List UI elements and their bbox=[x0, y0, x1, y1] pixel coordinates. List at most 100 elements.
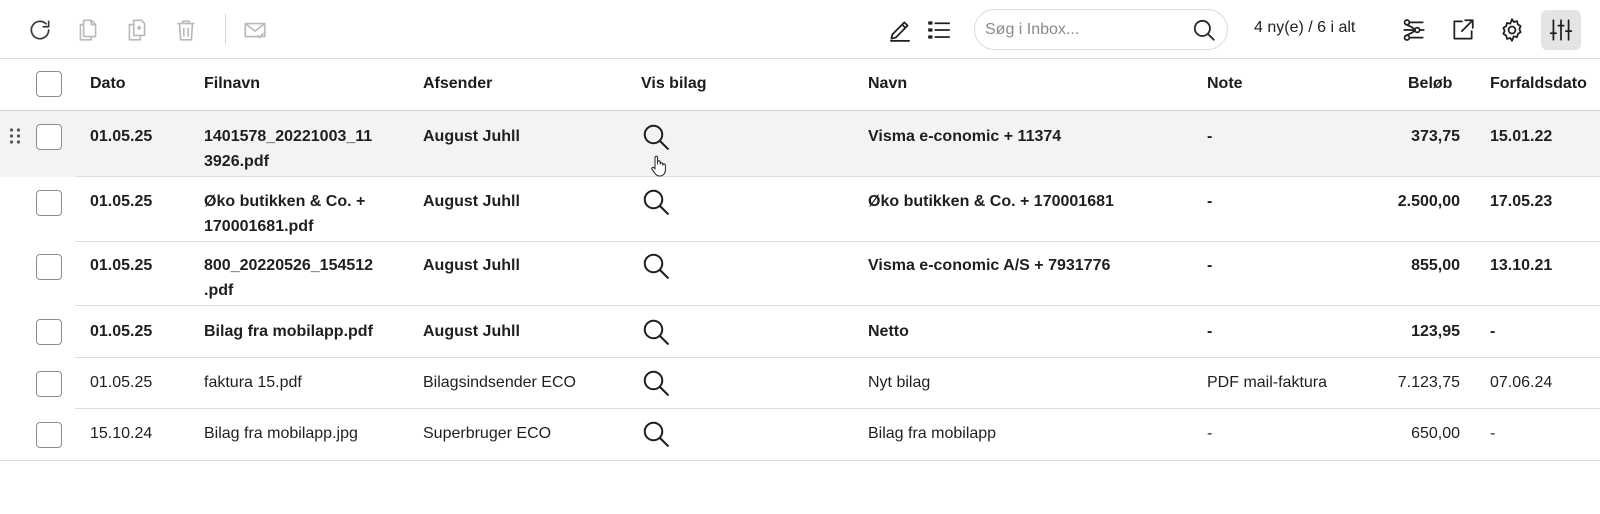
column-header-belob[interactable]: Beløb bbox=[1408, 75, 1452, 93]
cell-navn: Bilag fra mobilapp bbox=[868, 425, 997, 442]
cell-filnavn-line: 3926.pdf bbox=[204, 153, 269, 170]
column-header-vis-bilag: Vis bilag bbox=[641, 75, 707, 92]
cell-belob: 373,75 bbox=[1411, 128, 1460, 145]
row-checkbox[interactable] bbox=[36, 422, 62, 448]
pencil-icon bbox=[890, 21, 910, 42]
table-row[interactable]: 01.05.25 Øko butikken & Co. + 170001681.p… bbox=[0, 177, 1600, 242]
table-row[interactable]: 15.10.24 Bilag fra mobilapp.jpg Superbru… bbox=[0, 409, 1600, 461]
copy-icon bbox=[79, 19, 97, 41]
cell-forfaldsdato: 15.01.22 bbox=[1490, 128, 1553, 145]
columns-settings-button[interactable] bbox=[1541, 10, 1581, 50]
cell-afsender: August Juhll bbox=[423, 257, 520, 274]
cell-afsender: August Juhll bbox=[423, 323, 520, 340]
column-header-forfaldsdato[interactable]: Forfaldsdato bbox=[1490, 75, 1587, 93]
mark-read-button[interactable] bbox=[235, 10, 275, 50]
search-icon[interactable] bbox=[1191, 17, 1217, 43]
table-row[interactable]: 01.05.25 1401578_20221003_11 3926.pdf Aug… bbox=[0, 111, 1600, 177]
sliders-icon bbox=[1549, 19, 1573, 41]
cell-filnavn-line: 800_20220526_154512 bbox=[204, 257, 374, 274]
view-attachment-search-icon[interactable] bbox=[641, 419, 671, 449]
table-row[interactable]: 01.05.25 faktura 15.pdf Bilagsindsender … bbox=[0, 358, 1600, 409]
cell-navn: Øko butikken & Co. + 170001681 bbox=[868, 193, 1114, 210]
settings-button[interactable] bbox=[1492, 10, 1532, 50]
drag-handle-icon[interactable] bbox=[8, 127, 22, 145]
list-icon bbox=[928, 21, 950, 39]
column-header-navn[interactable]: Navn bbox=[868, 75, 907, 93]
refresh-button[interactable] bbox=[20, 10, 60, 50]
table-header: Dato Filnavn Afsender Vis bilag Navn Not… bbox=[0, 59, 1600, 111]
cell-navn: Netto bbox=[868, 323, 909, 340]
cell-forfaldsdato: 07.06.24 bbox=[1490, 374, 1553, 391]
filter-icon bbox=[1403, 19, 1425, 41]
delete-button[interactable] bbox=[166, 10, 206, 50]
cell-filnavn: Bilag fra mobilapp.pdf bbox=[204, 323, 373, 340]
view-attachment-search-icon[interactable] bbox=[641, 368, 671, 398]
cell-dato: 01.05.25 bbox=[90, 193, 153, 210]
cell-dato: 15.10.24 bbox=[90, 425, 153, 442]
filter-button[interactable] bbox=[1394, 10, 1434, 50]
trash-icon bbox=[177, 20, 195, 41]
duplicate-button[interactable] bbox=[117, 10, 157, 50]
table-row[interactable]: 01.05.25 Bilag fra mobilapp.pdf August J… bbox=[0, 306, 1600, 358]
cell-dato: 01.05.25 bbox=[90, 374, 153, 391]
cell-belob: 7.123,75 bbox=[1397, 374, 1460, 391]
column-header-note[interactable]: Note bbox=[1207, 75, 1243, 93]
cell-navn: Visma e-conomic A/S + 7931776 bbox=[868, 257, 1111, 274]
cell-filnavn-line: 170001681.pdf bbox=[204, 218, 314, 235]
search-box bbox=[974, 9, 1228, 50]
gear-icon bbox=[1502, 18, 1522, 42]
hand-cursor-icon bbox=[651, 155, 666, 177]
cell-afsender: Bilagsindsender ECO bbox=[423, 374, 576, 391]
cell-filnavn: 800_20220526_154512 .pdf bbox=[204, 253, 404, 303]
cell-filnavn: Bilag fra mobilapp.jpg bbox=[204, 425, 358, 442]
cell-filnavn: 1401578_20221003_11 3926.pdf bbox=[204, 124, 404, 174]
mail-check-icon bbox=[244, 22, 266, 39]
cell-forfaldsdato: - bbox=[1490, 425, 1496, 442]
cell-afsender: August Juhll bbox=[423, 128, 520, 145]
open-external-button[interactable] bbox=[1443, 10, 1483, 50]
cell-belob: 855,00 bbox=[1411, 257, 1460, 274]
cell-filnavn: Øko butikken & Co. + 170001681.pdf bbox=[204, 189, 404, 239]
cell-afsender: August Juhll bbox=[423, 193, 520, 210]
cell-belob: 2.500,00 bbox=[1397, 193, 1460, 210]
toolbar-separator bbox=[225, 14, 226, 44]
cell-dato: 01.05.25 bbox=[90, 323, 153, 340]
row-checkbox[interactable] bbox=[36, 319, 62, 345]
toolbar: 4 ny(e) / 6 i alt bbox=[0, 0, 1600, 59]
row-checkbox[interactable] bbox=[36, 124, 62, 150]
copy-button[interactable] bbox=[68, 10, 108, 50]
cell-filnavn-line: 1401578_20221003_11 bbox=[204, 128, 373, 145]
external-link-icon bbox=[1453, 19, 1474, 40]
column-header-dato[interactable]: Dato bbox=[90, 75, 126, 93]
row-checkbox[interactable] bbox=[36, 190, 62, 216]
row-checkbox[interactable] bbox=[36, 371, 62, 397]
list-view-button[interactable] bbox=[919, 10, 959, 50]
cell-navn: Nyt bilag bbox=[868, 374, 931, 391]
view-attachment-search-icon[interactable] bbox=[641, 187, 671, 217]
duplicate-icon bbox=[128, 19, 146, 41]
cell-dato: 01.05.25 bbox=[90, 128, 153, 145]
search-input[interactable] bbox=[985, 18, 1185, 42]
cell-filnavn-line: .pdf bbox=[204, 282, 234, 299]
column-header-filnavn[interactable]: Filnavn bbox=[204, 75, 260, 93]
message-count: 4 ny(e) / 6 i alt bbox=[1254, 19, 1356, 36]
view-attachment-search-icon[interactable] bbox=[641, 122, 671, 152]
cell-forfaldsdato: 13.10.21 bbox=[1490, 257, 1553, 274]
edit-button[interactable] bbox=[880, 10, 920, 50]
cell-dato: 01.05.25 bbox=[90, 257, 153, 274]
cell-belob: 123,95 bbox=[1411, 323, 1460, 340]
row-checkbox[interactable] bbox=[36, 254, 62, 280]
view-attachment-search-icon[interactable] bbox=[641, 317, 671, 347]
cell-navn: Visma e-conomic + 11374 bbox=[868, 128, 1062, 145]
cell-forfaldsdato: 17.05.23 bbox=[1490, 193, 1553, 210]
select-all-checkbox[interactable] bbox=[36, 71, 62, 97]
cell-filnavn-line: Øko butikken & Co. + bbox=[204, 193, 366, 210]
cell-belob: 650,00 bbox=[1411, 425, 1460, 442]
cell-forfaldsdato: - bbox=[1490, 323, 1496, 340]
view-attachment-search-icon[interactable] bbox=[641, 251, 671, 281]
cell-afsender: Superbruger ECO bbox=[423, 425, 552, 442]
cell-filnavn: faktura 15.pdf bbox=[204, 374, 302, 391]
column-header-afsender[interactable]: Afsender bbox=[423, 75, 492, 93]
refresh-icon bbox=[30, 20, 50, 40]
table-row[interactable]: 01.05.25 800_20220526_154512 .pdf August … bbox=[0, 242, 1600, 306]
